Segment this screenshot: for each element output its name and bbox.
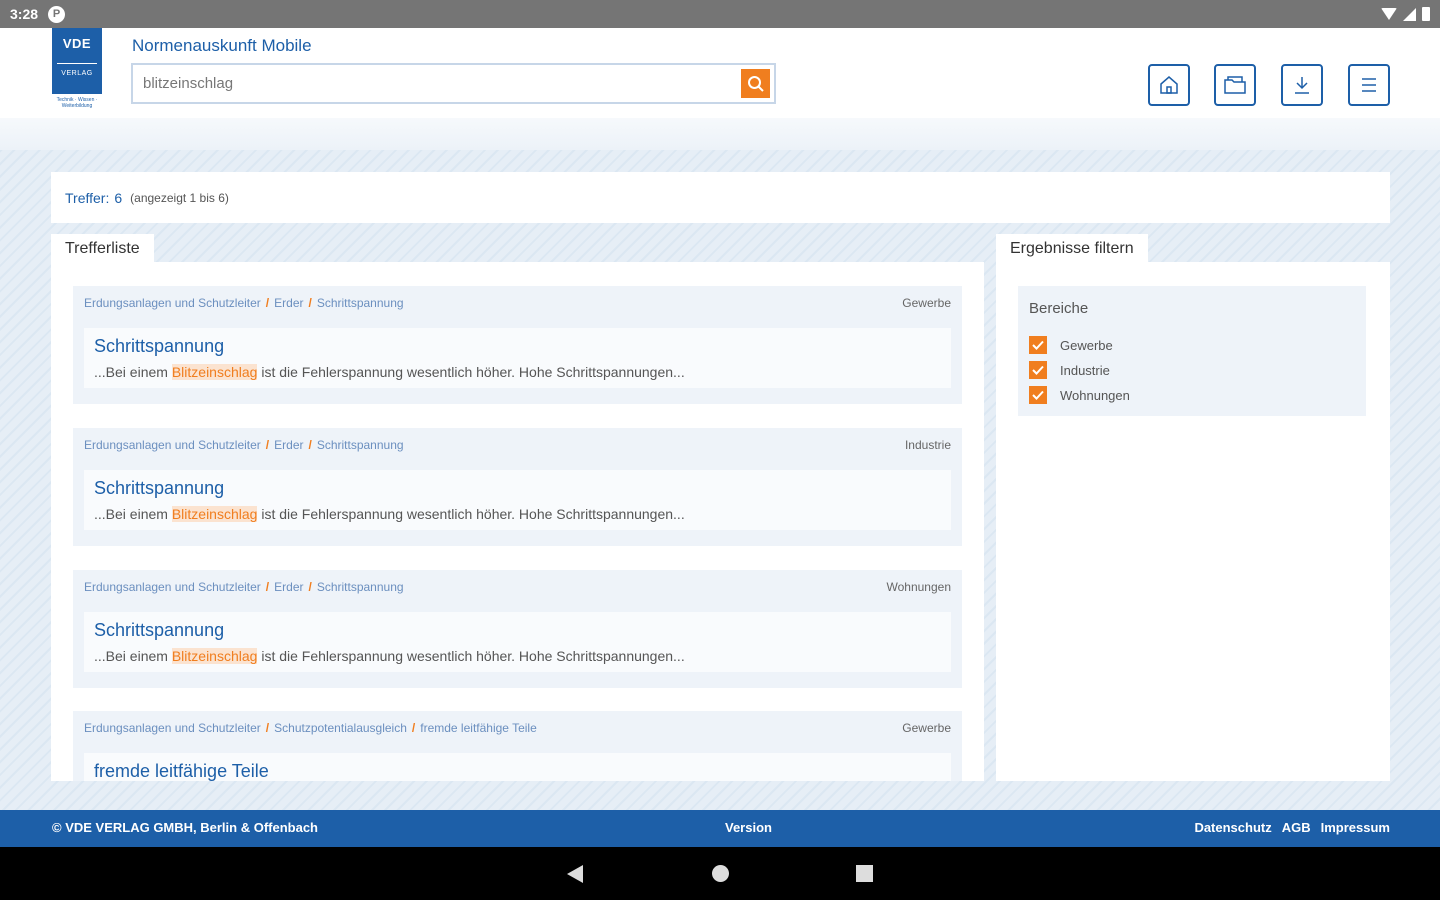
header-strip xyxy=(0,118,1440,150)
filter-option-industrie[interactable]: Industrie xyxy=(1029,361,1110,379)
list-item[interactable]: Erdungsanlagen und Schutzleiter / Erder / Sc… xyxy=(73,428,962,546)
checkbox-checked[interactable] xyxy=(1029,336,1047,354)
result-area: Gewerbe xyxy=(902,296,951,310)
breadcrumb-item[interactable]: Schrittspannung xyxy=(317,438,404,452)
result-snippet: ...Bei einem Blitzeinschlag ist die Fehl… xyxy=(94,506,685,522)
breadcrumb-item[interactable]: Erder xyxy=(274,438,303,452)
breadcrumb-item[interactable]: Erdungsanlagen und Schutzleiter xyxy=(84,721,261,735)
status-time: 3:28 xyxy=(10,6,39,22)
filter-option-label: Wohnungen xyxy=(1060,387,1130,403)
breadcrumb: Erdungsanlagen und Schutzleiter / Schutzpo… xyxy=(84,721,537,735)
result-area: Wohnungen xyxy=(886,580,952,594)
search-box xyxy=(131,63,776,104)
home-icon xyxy=(1160,76,1178,94)
hits-label: Treffer: xyxy=(65,189,110,206)
recent-apps-icon[interactable] xyxy=(856,865,873,882)
breadcrumb: Erdungsanlagen und Schutzleiter / Erder / Sc… xyxy=(84,438,404,452)
result-area: Gewerbe xyxy=(902,721,951,735)
breadcrumb-item[interactable]: Schrittspannung xyxy=(317,296,404,310)
search-button[interactable] xyxy=(741,69,770,98)
result-snippet: ...Bei einem Blitzeinschlag ist die Fehl… xyxy=(94,364,685,380)
result-title[interactable]: fremde leitfähige Teile xyxy=(94,761,269,781)
breadcrumb-item[interactable]: Erdungsanlagen und Schutzleiter xyxy=(84,296,261,310)
logo-brand: VDE xyxy=(62,36,92,51)
result-title[interactable]: Schrittspannung xyxy=(94,336,224,357)
hits-shown: (angezeigt 1 bis 6) xyxy=(130,190,229,205)
filter-section-bereiche: Bereiche Gewerbe Industrie Wohnungen xyxy=(1018,286,1366,416)
tab-ergebnisse-filtern[interactable]: Ergebnisse filtern xyxy=(996,234,1148,264)
search-highlight: Blitzeinschlag xyxy=(171,506,258,522)
vde-logo[interactable]: VDE VERLAG Technik · Wissen · Weiterbild… xyxy=(52,28,102,114)
footer-version-link[interactable]: Version xyxy=(725,820,772,835)
download-icon xyxy=(1295,77,1309,94)
footer-copyright: © VDE VERLAG GMBH, Berlin & Offenbach xyxy=(52,820,318,835)
check-icon xyxy=(1032,340,1044,350)
search-highlight: Blitzeinschlag xyxy=(171,648,258,664)
breadcrumb: Erdungsanlagen und Schutzleiter / Erder / Sc… xyxy=(84,296,404,310)
breadcrumb-item[interactable]: Erder xyxy=(274,580,303,594)
menu-icon xyxy=(1362,78,1376,92)
breadcrumb-item[interactable]: Schrittspannung xyxy=(317,580,404,594)
folder-icon xyxy=(1224,76,1246,94)
breadcrumb-item[interactable]: Schutzpotentialausgleich xyxy=(274,721,407,735)
footer-link-agb[interactable]: AGB xyxy=(1282,820,1311,835)
result-title[interactable]: Schrittspannung xyxy=(94,620,224,641)
result-snippet: ...Bei einem Blitzeinschlag ist die Fehl… xyxy=(94,648,685,664)
list-item[interactable]: Erdungsanlagen und Schutzleiter / Erder / Sc… xyxy=(73,570,962,688)
footer-link-impressum[interactable]: Impressum xyxy=(1321,820,1390,835)
filter-option-wohnungen[interactable]: Wohnungen xyxy=(1029,386,1130,404)
filter-panel: Bereiche Gewerbe Industrie Wohnungen xyxy=(996,262,1390,781)
breadcrumb-item[interactable]: fremde leitfähige Teile xyxy=(420,721,537,735)
app-title: Normenauskunft Mobile xyxy=(132,36,312,55)
result-area: Industrie xyxy=(904,438,951,452)
list-item[interactable]: Erdungsanlagen und Schutzleiter / Schutzpo… xyxy=(73,711,962,781)
signal-icon xyxy=(1403,7,1416,21)
breadcrumb: Erdungsanlagen und Schutzleiter / Erder / Sc… xyxy=(84,580,404,594)
filter-option-label: Industrie xyxy=(1060,362,1110,378)
home-button[interactable] xyxy=(1148,64,1190,106)
logo-sub: VERLAG xyxy=(61,70,93,77)
battery-icon xyxy=(1422,7,1430,21)
home-circle-icon[interactable] xyxy=(712,865,729,882)
result-title[interactable]: Schrittspannung xyxy=(94,478,224,499)
checkbox-checked[interactable] xyxy=(1029,386,1047,404)
checkbox-checked[interactable] xyxy=(1029,361,1047,379)
tab-trefferliste[interactable]: Trefferliste xyxy=(51,234,154,264)
search-input[interactable] xyxy=(143,65,733,102)
list-item[interactable]: Erdungsanlagen und Schutzleiter / Erder / Sc… xyxy=(73,286,962,404)
system-nav-bar xyxy=(0,847,1440,900)
hits-count: 6 xyxy=(114,189,123,206)
footer-link-datenschutz[interactable]: Datenschutz xyxy=(1194,820,1271,835)
logo-tagline: Technik · Wissen · Weiterbildung xyxy=(56,97,98,109)
check-icon xyxy=(1032,365,1044,375)
download-button[interactable] xyxy=(1281,64,1323,106)
breadcrumb-item[interactable]: Erdungsanlagen und Schutzleiter xyxy=(84,438,261,452)
filter-option-label: Gewerbe xyxy=(1060,337,1113,353)
check-icon xyxy=(1032,390,1044,400)
search-icon xyxy=(747,75,764,92)
breadcrumb-item[interactable]: Erder xyxy=(274,296,303,310)
folder-button[interactable] xyxy=(1214,64,1256,106)
status-bar: 3:28 P xyxy=(0,0,1440,28)
filter-option-gewerbe[interactable]: Gewerbe xyxy=(1029,336,1113,354)
back-icon[interactable] xyxy=(567,865,583,883)
breadcrumb-item[interactable]: Erdungsanlagen und Schutzleiter xyxy=(84,580,261,594)
result-list: Erdungsanlagen und Schutzleiter / Erder / Sc… xyxy=(51,262,984,781)
footer: © VDE VERLAG GMBH, Berlin & Offenbach Ve… xyxy=(0,810,1440,847)
wifi-icon xyxy=(1381,8,1397,20)
app-notification-icon: P xyxy=(48,5,66,23)
app-header: VDE VERLAG Technik · Wissen · Weiterbild… xyxy=(0,28,1440,118)
hits-summary: Treffer: 6 (angezeigt 1 bis 6) xyxy=(51,172,1390,223)
filter-section-title: Bereiche xyxy=(1029,300,1089,317)
menu-button[interactable] xyxy=(1348,64,1390,106)
search-highlight: Blitzeinschlag xyxy=(171,364,258,380)
